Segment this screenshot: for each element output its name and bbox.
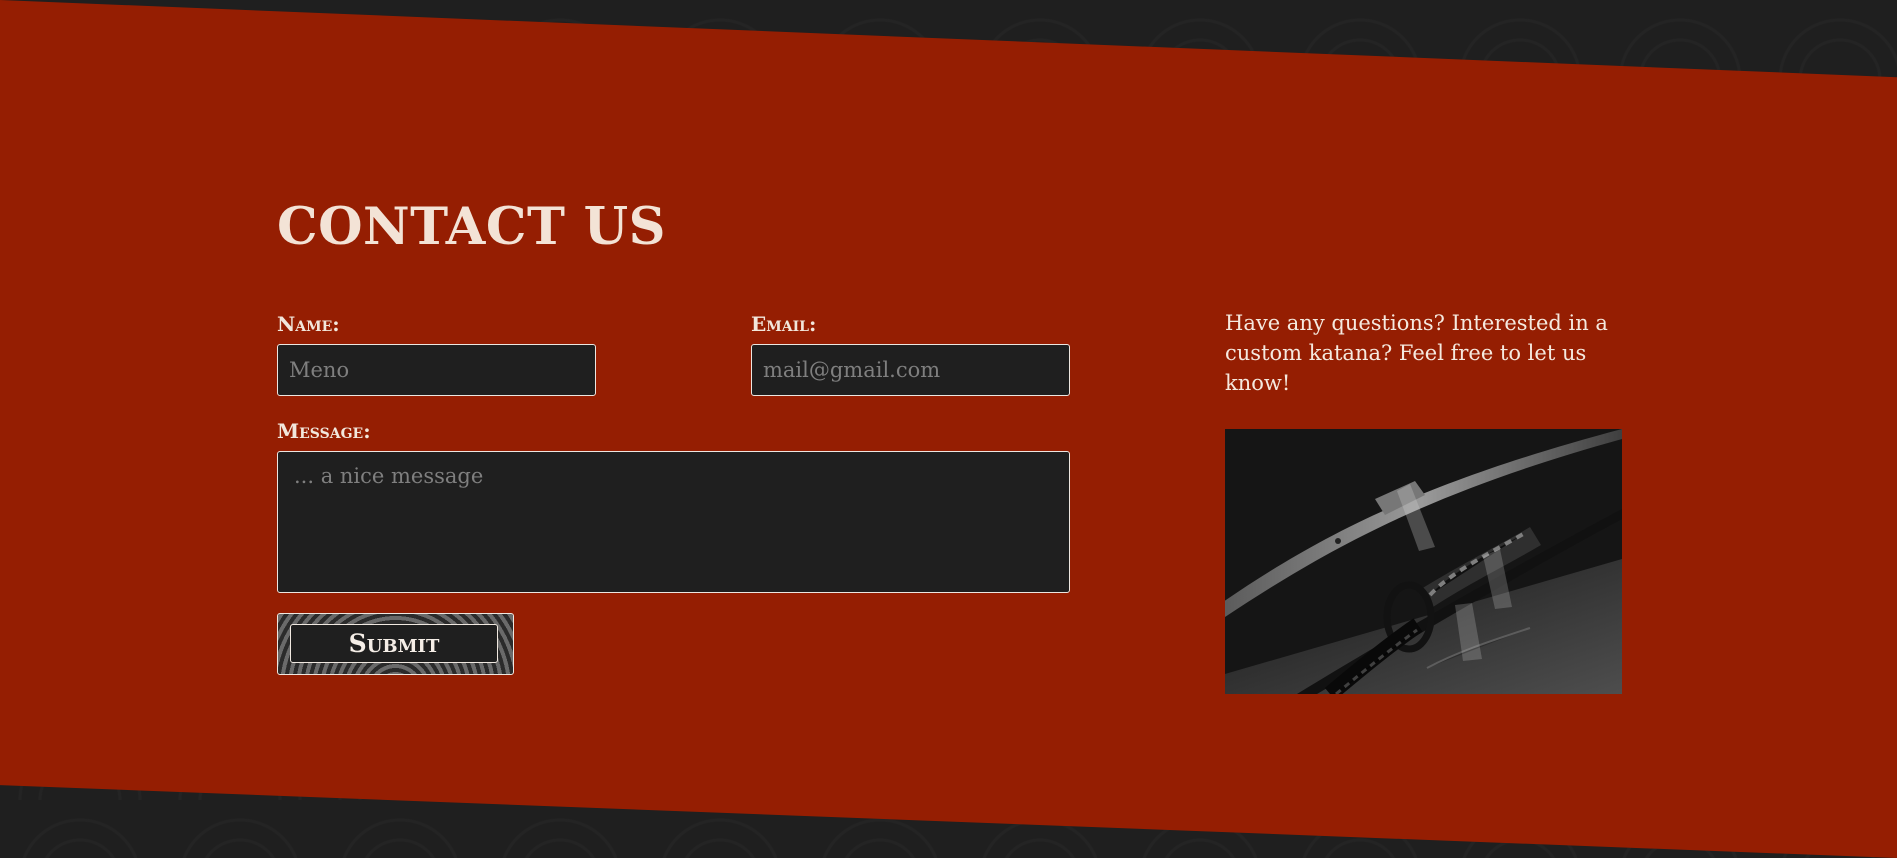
contact-description: Have any questions? Interested in a cust…	[1225, 311, 1608, 395]
contact-page: CONTACT US Name: Email: Message: Submit …	[0, 0, 1897, 858]
submit-button[interactable]: Submit	[290, 624, 498, 663]
name-input[interactable]	[277, 344, 596, 396]
submit-button-frame: Submit	[277, 613, 514, 675]
email-input[interactable]	[751, 344, 1070, 396]
message-textarea[interactable]	[277, 451, 1070, 593]
message-label: Message:	[277, 419, 371, 443]
contact-title: CONTACT US	[277, 197, 666, 257]
name-label: Name:	[277, 312, 340, 336]
katana-image	[1225, 429, 1622, 694]
email-label: Email:	[751, 312, 817, 336]
katana-illustration	[1225, 429, 1622, 694]
